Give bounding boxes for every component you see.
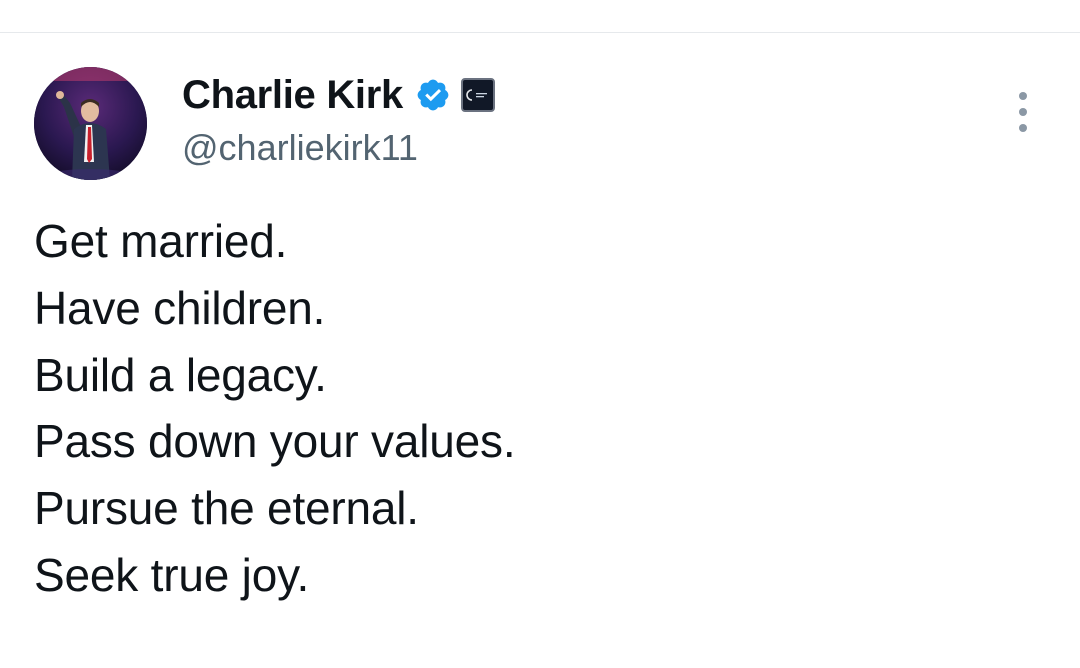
- author-display-name[interactable]: Charlie Kirk: [182, 72, 403, 118]
- more-dot: [1019, 124, 1027, 132]
- tweet-header: Charlie Kirk @charliekirk11: [182, 72, 495, 170]
- affiliate-logo-icon: [466, 89, 487, 101]
- top-divider: [0, 32, 1080, 33]
- tweet-line: Seek true joy.: [34, 548, 310, 601]
- name-row: Charlie Kirk: [182, 72, 495, 118]
- avatar[interactable]: [34, 67, 147, 180]
- tweet-line: Have children.: [34, 281, 326, 334]
- author-handle[interactable]: @charliekirk11: [182, 126, 495, 170]
- more-dot: [1019, 108, 1027, 116]
- tweet-line: Pass down your values.: [34, 415, 516, 468]
- tweet-line: Get married.: [34, 215, 288, 267]
- verified-badge-icon[interactable]: [415, 77, 451, 113]
- tweet-line: Build a legacy.: [34, 348, 327, 401]
- avatar-photo: [34, 67, 147, 180]
- more-options-icon[interactable]: [1008, 92, 1038, 132]
- tweet-line: Pursue the eternal.: [34, 482, 419, 535]
- affiliate-org-badge-icon[interactable]: [460, 78, 495, 112]
- more-dot: [1019, 92, 1027, 100]
- tweet-text: Get married. Have children. Build a lega…: [34, 208, 1034, 609]
